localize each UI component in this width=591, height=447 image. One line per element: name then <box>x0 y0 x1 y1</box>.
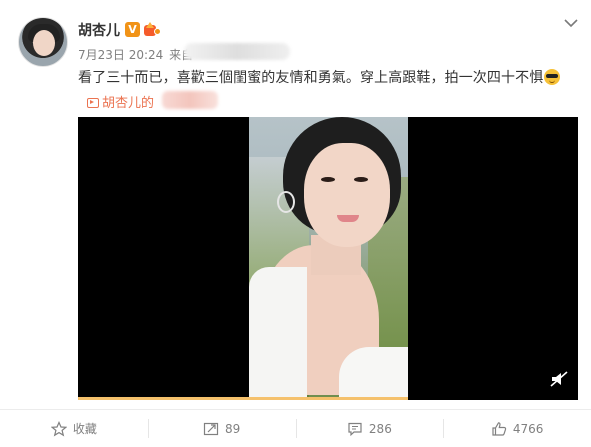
cool-emoji-icon <box>544 69 561 85</box>
chevron-down-icon[interactable] <box>563 16 579 30</box>
post-text-content: 看了三十而已，喜歡三個閨蜜的友情和勇氣。穿上高跟鞋，拍一次四十不惧 <box>78 70 544 86</box>
like-button[interactable]: 4766 <box>443 410 591 447</box>
comment-icon <box>348 422 362 436</box>
video-icon <box>87 98 99 108</box>
comment-button[interactable]: 286 <box>295 410 444 447</box>
comment-count: 286 <box>368 421 392 436</box>
video-progress-bar[interactable] <box>78 397 408 400</box>
mute-icon[interactable] <box>550 371 568 387</box>
video-frame <box>249 117 408 400</box>
like-icon <box>492 421 507 436</box>
author-avatar[interactable] <box>18 17 68 67</box>
like-count: 4766 <box>512 421 544 436</box>
video-link-redacted <box>162 91 218 109</box>
post-meta: 7月23日 20:24 来自 <box>78 46 193 63</box>
post-timestamp[interactable]: 7月23日 20:24 <box>78 48 163 62</box>
weibo-post-card: 胡杏儿 V 7月23日 20:24 来自 看了三十而已，喜歡三個閨蜜的友情和勇氣… <box>0 0 591 447</box>
favorite-star-icon <box>50 420 67 436</box>
video-player[interactable] <box>78 117 578 400</box>
video-link[interactable]: 胡杏儿的 <box>87 92 154 111</box>
video-link-text: 胡杏儿的 <box>102 96 155 111</box>
repost-count: 89 <box>224 421 241 436</box>
avatar-face <box>33 30 55 56</box>
repost-button[interactable]: 89 <box>147 410 296 447</box>
verified-badge-icon[interactable]: V <box>125 22 140 37</box>
post-actions-bar: 收藏 89 286 4766 <box>0 410 591 447</box>
favorite-button[interactable]: 收藏 <box>0 410 148 447</box>
author-name[interactable]: 胡杏儿 <box>78 20 120 40</box>
favorite-label: 收藏 <box>72 422 97 436</box>
post-source-redacted <box>184 43 290 60</box>
repost-icon <box>203 422 219 435</box>
post-text: 看了三十而已，喜歡三個閨蜜的友情和勇氣。穿上高跟鞋，拍一次四十不惧 <box>78 67 561 87</box>
member-badge-icon[interactable] <box>144 22 161 37</box>
